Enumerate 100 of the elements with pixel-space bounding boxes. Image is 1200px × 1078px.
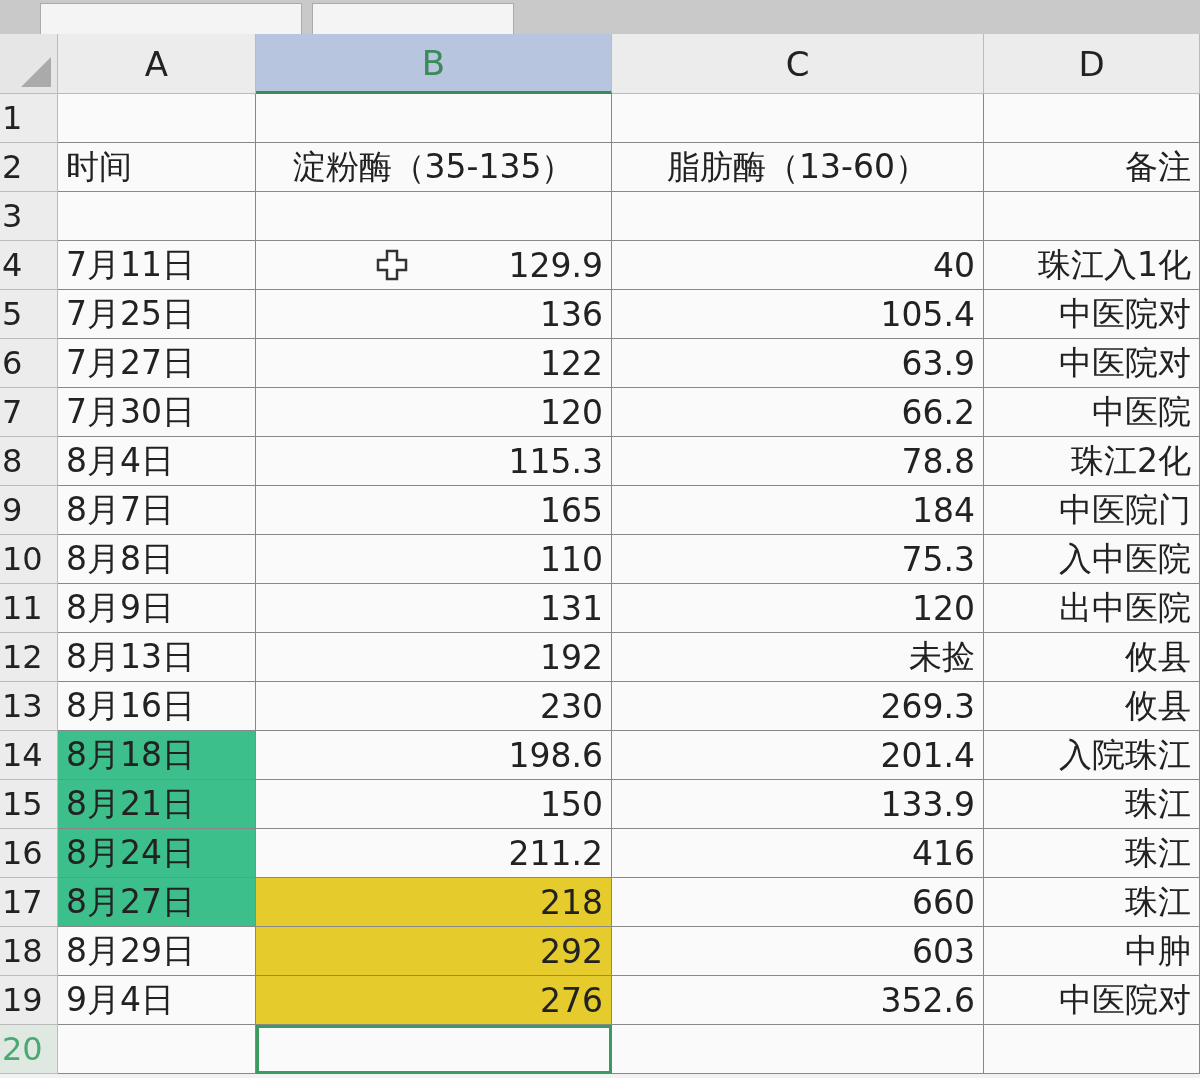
table-cell[interactable]: 攸县: [984, 633, 1200, 682]
table-cell[interactable]: 230: [256, 682, 612, 731]
table-cell[interactable]: 218: [256, 878, 612, 927]
row-header[interactable]: 2: [0, 143, 58, 192]
table-cell[interactable]: 120: [256, 388, 612, 437]
table-cell[interactable]: 9月4日: [58, 976, 256, 1025]
table-cell[interactable]: 165: [256, 486, 612, 535]
table-cell[interactable]: 78.8: [612, 437, 984, 486]
row-header[interactable]: 16: [0, 829, 58, 878]
table-cell[interactable]: 脂肪酶（13-60）: [612, 143, 984, 192]
row-header[interactable]: 11: [0, 584, 58, 633]
table-cell[interactable]: 珠江: [984, 780, 1200, 829]
table-cell[interactable]: 8月9日: [58, 584, 256, 633]
table-cell[interactable]: [612, 192, 984, 241]
table-cell[interactable]: 40: [612, 241, 984, 290]
table-cell[interactable]: 201.4: [612, 731, 984, 780]
row-header[interactable]: 10: [0, 535, 58, 584]
table-cell[interactable]: 276: [256, 976, 612, 1025]
row-header[interactable]: 7: [0, 388, 58, 437]
table-cell[interactable]: [984, 192, 1200, 241]
table-cell[interactable]: 时间: [58, 143, 256, 192]
table-cell[interactable]: 184: [612, 486, 984, 535]
table-cell[interactable]: 192: [256, 633, 612, 682]
table-cell[interactable]: 珠江: [984, 878, 1200, 927]
table-cell[interactable]: [256, 1025, 612, 1074]
table-cell[interactable]: 7月11日: [58, 241, 256, 290]
table-cell[interactable]: [612, 1025, 984, 1074]
column-header[interactable]: A: [58, 34, 256, 94]
table-cell[interactable]: [984, 1025, 1200, 1074]
table-cell[interactable]: 660: [612, 878, 984, 927]
row-header[interactable]: 6: [0, 339, 58, 388]
table-cell[interactable]: [256, 192, 612, 241]
table-cell[interactable]: 75.3: [612, 535, 984, 584]
table-cell[interactable]: 129.9: [256, 241, 612, 290]
table-cell[interactable]: 8月7日: [58, 486, 256, 535]
row-header[interactable]: 1: [0, 94, 58, 143]
table-cell[interactable]: 122: [256, 339, 612, 388]
table-cell[interactable]: 入院珠江: [984, 731, 1200, 780]
table-cell[interactable]: [58, 1025, 256, 1074]
row-header[interactable]: 15: [0, 780, 58, 829]
column-header[interactable]: D: [984, 34, 1200, 94]
row-header[interactable]: 3: [0, 192, 58, 241]
table-cell[interactable]: 66.2: [612, 388, 984, 437]
table-cell[interactable]: [984, 94, 1200, 143]
row-header[interactable]: 14: [0, 731, 58, 780]
row-header[interactable]: 8: [0, 437, 58, 486]
table-cell[interactable]: 63.9: [612, 339, 984, 388]
table-cell[interactable]: [256, 94, 612, 143]
table-cell[interactable]: 115.3: [256, 437, 612, 486]
table-cell[interactable]: 8月16日: [58, 682, 256, 731]
table-cell[interactable]: 8月4日: [58, 437, 256, 486]
row-header[interactable]: 17: [0, 878, 58, 927]
row-header[interactable]: 12: [0, 633, 58, 682]
row-header[interactable]: 19: [0, 976, 58, 1025]
table-cell[interactable]: 110: [256, 535, 612, 584]
table-cell[interactable]: 198.6: [256, 731, 612, 780]
table-cell[interactable]: 133.9: [612, 780, 984, 829]
row-header[interactable]: 13: [0, 682, 58, 731]
table-cell[interactable]: 120: [612, 584, 984, 633]
table-cell[interactable]: [58, 192, 256, 241]
table-cell[interactable]: 8月8日: [58, 535, 256, 584]
table-cell[interactable]: 105.4: [612, 290, 984, 339]
table-cell[interactable]: 中医院对: [984, 976, 1200, 1025]
table-cell[interactable]: 未捡: [612, 633, 984, 682]
row-header[interactable]: 5: [0, 290, 58, 339]
select-all-corner[interactable]: [0, 34, 58, 94]
table-cell[interactable]: 淀粉酶（35-135）: [256, 143, 612, 192]
table-cell[interactable]: 珠江2化: [984, 437, 1200, 486]
table-cell[interactable]: 中医院对: [984, 290, 1200, 339]
table-cell[interactable]: 7月25日: [58, 290, 256, 339]
table-cell[interactable]: 8月24日: [58, 829, 256, 878]
table-cell[interactable]: 150: [256, 780, 612, 829]
table-cell[interactable]: [612, 94, 984, 143]
column-header[interactable]: C: [612, 34, 984, 94]
sheet-tab[interactable]: [312, 3, 514, 34]
table-cell[interactable]: 136: [256, 290, 612, 339]
table-cell[interactable]: 中医院门: [984, 486, 1200, 535]
table-cell[interactable]: 8月29日: [58, 927, 256, 976]
row-header[interactable]: 18: [0, 927, 58, 976]
table-cell[interactable]: 7月30日: [58, 388, 256, 437]
table-cell[interactable]: 中肿: [984, 927, 1200, 976]
table-cell[interactable]: 8月13日: [58, 633, 256, 682]
table-cell[interactable]: 8月18日: [58, 731, 256, 780]
table-cell[interactable]: 珠江入1化: [984, 241, 1200, 290]
table-cell[interactable]: 603: [612, 927, 984, 976]
table-cell[interactable]: 入中医院: [984, 535, 1200, 584]
row-header[interactable]: 9: [0, 486, 58, 535]
table-cell[interactable]: 269.3: [612, 682, 984, 731]
table-cell[interactable]: 8月27日: [58, 878, 256, 927]
table-cell[interactable]: 攸县: [984, 682, 1200, 731]
table-cell[interactable]: 352.6: [612, 976, 984, 1025]
table-cell[interactable]: 中医院对: [984, 339, 1200, 388]
row-header[interactable]: 4: [0, 241, 58, 290]
table-cell[interactable]: 131: [256, 584, 612, 633]
table-cell[interactable]: 8月21日: [58, 780, 256, 829]
table-cell[interactable]: 备注: [984, 143, 1200, 192]
table-cell[interactable]: 211.2: [256, 829, 612, 878]
table-cell[interactable]: 出中医院: [984, 584, 1200, 633]
table-cell[interactable]: 7月27日: [58, 339, 256, 388]
table-cell[interactable]: 中医院: [984, 388, 1200, 437]
